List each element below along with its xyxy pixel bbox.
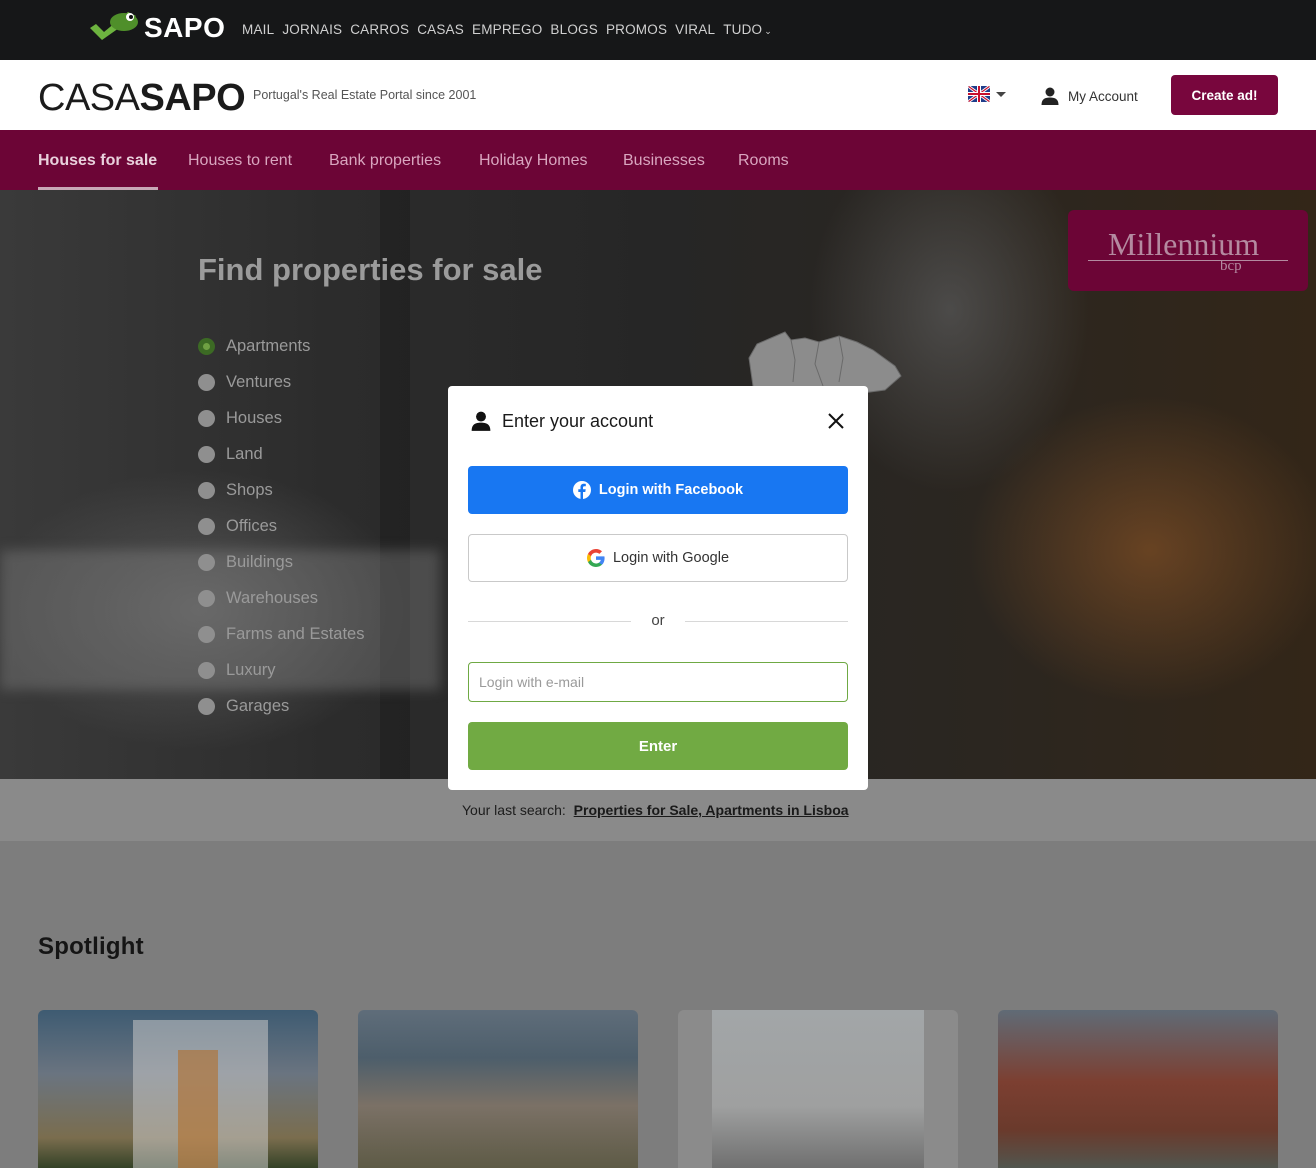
last-search: Your last search: Properties for Sale, A… <box>462 802 849 818</box>
property-photo <box>712 1010 924 1168</box>
language-selector[interactable] <box>968 86 1006 102</box>
radio-icon <box>198 697 215 715</box>
nav-houses-to-rent[interactable]: Houses to rent <box>188 152 292 170</box>
hero-title: Find properties for sale <box>198 252 543 287</box>
property-type-label: Buildings <box>226 552 293 571</box>
sapo-link-tudo[interactable]: TUDO ⌄ <box>723 22 772 37</box>
nav-rooms[interactable]: Rooms <box>738 152 789 170</box>
my-account-label: My Account <box>1068 88 1138 104</box>
property-type-label: Ventures <box>226 372 292 391</box>
radio-icon <box>198 409 215 427</box>
property-type-label: Luxury <box>226 660 276 679</box>
spotlight-card[interactable] <box>678 1010 958 1168</box>
property-type-label: Warehouses <box>226 588 319 607</box>
modal-title: Enter your account <box>502 410 654 431</box>
sapo-frog-icon <box>90 12 138 40</box>
radio-icon <box>198 445 215 463</box>
ad-brand-sub: bcp <box>1220 258 1242 274</box>
property-type-label: Shops <box>226 480 273 499</box>
main-nav: Houses for sale Houses to rent Bank prop… <box>0 130 1316 190</box>
sapo-link-emprego[interactable]: EMPREGO <box>472 22 542 37</box>
property-type-farms-and-estates[interactable]: Farms and Estates <box>198 616 364 652</box>
property-type-apartments[interactable]: Apartments <box>198 328 364 364</box>
create-ad-button[interactable]: Create ad! <box>1171 75 1278 115</box>
or-text: or <box>651 612 665 629</box>
radio-icon <box>198 373 215 391</box>
property-type-label: Apartments <box>226 336 311 355</box>
property-photo-detail <box>178 1050 218 1168</box>
sapo-link-jornais[interactable]: JORNAIS <box>282 22 342 37</box>
uk-flag-icon <box>968 86 990 102</box>
user-icon <box>1041 87 1059 105</box>
spotlight-card[interactable] <box>998 1010 1278 1168</box>
property-type-label: Farms and Estates <box>226 624 365 643</box>
last-search-link[interactable]: Properties for Sale, Apartments in Lisbo… <box>574 802 849 818</box>
modal-header: Enter your account <box>470 410 653 432</box>
brand-part-casa: CASA <box>38 77 140 119</box>
radio-icon <box>198 661 215 679</box>
spotlight-title: Spotlight <box>38 933 144 960</box>
radio-selected-icon <box>198 337 215 355</box>
login-facebook-label: Login with Facebook <box>598 482 744 498</box>
property-type-label: Houses <box>226 408 282 427</box>
property-type-houses[interactable]: Houses <box>198 400 364 436</box>
sapo-link-blogs[interactable]: BLOGS <box>550 22 598 37</box>
sapo-link-viral[interactable]: VIRAL <box>675 22 715 37</box>
property-type-list: Apartments Ventures Houses Land Shops Of… <box>198 328 364 724</box>
radio-icon <box>198 589 215 607</box>
last-search-label: Your last search: <box>462 802 566 818</box>
nav-holiday-homes[interactable]: Holiday Homes <box>479 152 587 170</box>
radio-icon <box>198 481 215 499</box>
facebook-icon <box>572 481 591 499</box>
nav-houses-for-sale[interactable]: Houses for sale <box>38 152 157 170</box>
property-type-warehouses[interactable]: Warehouses <box>198 580 364 616</box>
site-header: CASASAPO Portugal's Real Estate Portal s… <box>0 60 1316 130</box>
property-type-land[interactable]: Land <box>198 436 364 472</box>
property-type-shops[interactable]: Shops <box>198 472 364 508</box>
property-type-ventures[interactable]: Ventures <box>198 364 364 400</box>
casasapo-logo[interactable]: CASASAPO <box>38 77 246 120</box>
property-type-luxury[interactable]: Luxury <box>198 652 364 688</box>
nav-bank-properties[interactable]: Bank properties <box>329 152 441 170</box>
spotlight-card[interactable] <box>38 1010 318 1168</box>
property-type-offices[interactable]: Offices <box>198 508 364 544</box>
or-divider: or <box>468 612 848 632</box>
email-login-input[interactable] <box>468 662 848 702</box>
login-google-button[interactable]: Login with Google <box>468 534 848 582</box>
enter-button[interactable]: Enter <box>468 722 848 770</box>
property-type-garages[interactable]: Garages <box>198 688 364 724</box>
radio-icon <box>198 517 215 535</box>
user-icon <box>471 411 491 431</box>
sapo-link-tudo-label: TUDO <box>723 22 763 37</box>
property-type-buildings[interactable]: Buildings <box>198 544 364 580</box>
sapo-top-bar: SAPO MAIL JORNAIS CARROS CASAS EMPREGO B… <box>0 0 1316 60</box>
sapo-link-mail[interactable]: MAIL <box>242 22 274 37</box>
brand-part-sapo: SAPO <box>139 77 246 119</box>
sapo-logo[interactable]: SAPO <box>88 8 225 48</box>
millennium-bcp-ad[interactable]: Millennium bcp <box>1068 210 1308 291</box>
sapo-logo-text: SAPO <box>144 12 226 43</box>
chevron-down-icon: ⌄ <box>764 26 772 36</box>
login-google-label: Login with Google <box>612 550 730 566</box>
radio-icon <box>198 625 215 643</box>
my-account-link[interactable]: My Account <box>1040 86 1138 106</box>
spotlight-card[interactable] <box>358 1010 638 1168</box>
spotlight-section: Spotlight <box>0 841 1316 1168</box>
tagline: Portugal's Real Estate Portal since 2001 <box>253 88 477 102</box>
property-type-label: Offices <box>226 516 278 535</box>
caret-down-icon <box>996 91 1006 97</box>
nav-businesses[interactable]: Businesses <box>623 152 705 170</box>
close-icon[interactable] <box>826 411 846 431</box>
ad-divider <box>1088 260 1288 261</box>
sapo-link-promos[interactable]: PROMOS <box>606 22 667 37</box>
sapo-links: MAIL JORNAIS CARROS CASAS EMPREGO BLOGS … <box>242 22 772 37</box>
radio-icon <box>198 553 215 571</box>
property-type-label: Garages <box>226 696 290 715</box>
sapo-link-casas[interactable]: CASAS <box>417 22 464 37</box>
property-type-label: Land <box>226 444 263 463</box>
login-facebook-button[interactable]: Login with Facebook <box>468 466 848 514</box>
google-icon <box>586 549 605 567</box>
login-modal: Enter your account Login with Facebook L… <box>448 386 868 790</box>
sapo-link-carros[interactable]: CARROS <box>350 22 409 37</box>
